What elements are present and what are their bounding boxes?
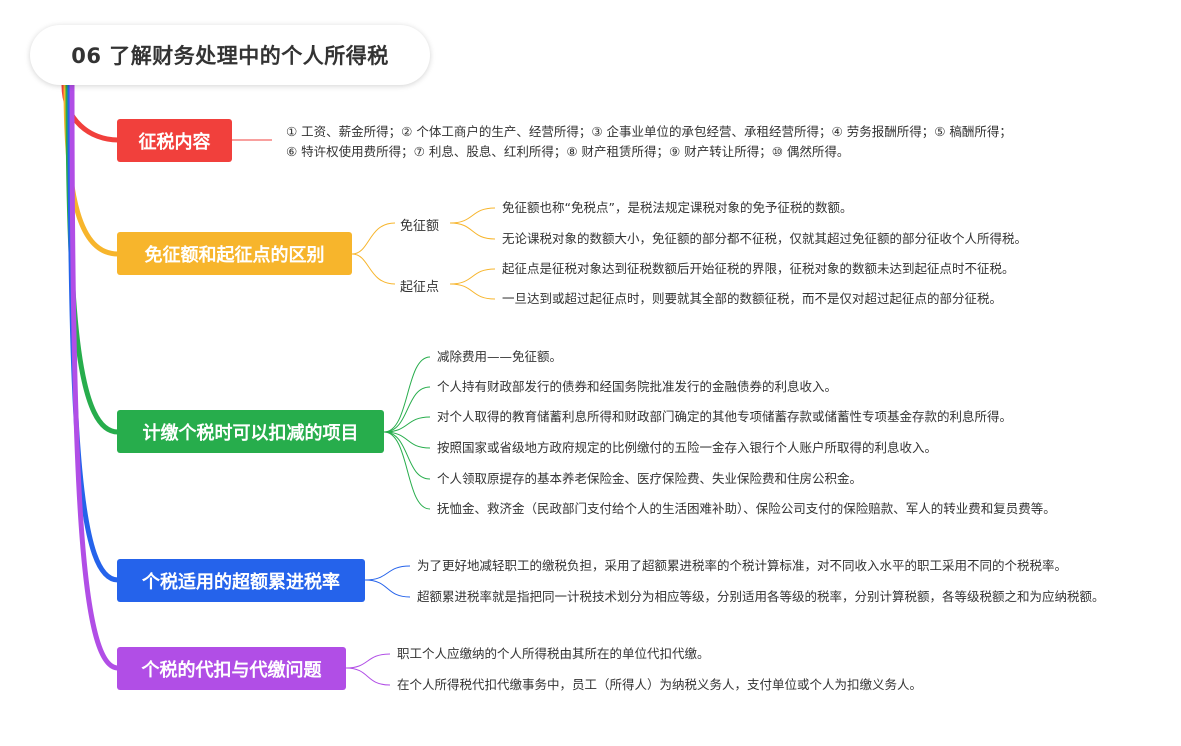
leaf-text: 无论课税对象的数额大小，免征额的部分都不征税，仅就其超过免征额的部分征收个人所得… [502,231,1028,246]
leaf-connector [364,579,411,598]
sub-connector [351,222,396,255]
topic-tax-content[interactable]: 征税内容 [117,119,232,162]
leaf-connector [449,207,496,224]
leaf-connector [449,268,496,285]
leaf-text: 起征点是征税对象达到征税数额后开始征税的界限，征税对象的数额未达到起征点时不征税… [502,261,1015,276]
root-title[interactable]: 06 了解财务处理中的个人所得税 [30,25,430,85]
leaf-connector [449,222,496,240]
leaf-text: 职工个人应缴纳的个人所得税由其所在的单位代扣代缴。 [397,646,710,661]
leaf-text: 免征额也称“免税点”，是税法规定课税对象的免予征税的数额。 [502,200,853,215]
topic-withholding[interactable]: 个税的代扣与代缴问题 [117,647,346,690]
leaf-connector [345,667,391,686]
leaf-text: 一旦达到或超过起征点时，则要就其全部的数额征税，而不是仅对超过起征点的部分征税。 [502,291,1003,306]
leaf-connector [383,431,431,480]
leaf-text: ⑥ 特许权使用费所得；⑦ 利息、股息、红利所得；⑧ 财产租赁所得；⑨ 财产转让所… [286,144,850,159]
sub-topic-threshold[interactable]: 起征点 [400,276,439,295]
sub-connector [351,253,396,285]
topic-progressive-tax-rate[interactable]: 个税适用的超额累进税率 [117,559,365,602]
leaf-text: 超额累进税率就是指把同一计税技术划分为相应等级，分别适用各等级的税率，分别计算税… [417,589,1105,604]
leaf-text: ① 工资、薪金所得；② 个体工商户的生产、经营所得；③ 企事业单位的承包经营、承… [286,124,1012,139]
sub-topic-exemption[interactable]: 免征额 [400,215,439,234]
leaf-text: 在个人所得税代扣代缴事务中，员工（所得人）为纳税义务人，支付单位或个人为扣缴义务… [397,677,923,692]
leaf-text: 减除费用——免征额。 [437,349,563,364]
leaf-connector [383,356,431,433]
leaf-connector [383,431,431,510]
topic-exemption-vs-threshold[interactable]: 免征额和起征点的区别 [117,232,352,275]
leaf-text: 个人领取原提存的基本养老保险金、医疗保险费、失业保险费和住房公积金。 [437,471,863,486]
leaf-connector [364,565,411,581]
leaf-text: 为了更好地减轻职工的缴税负担，采用了超额累进税率的个税计算标准，对不同收入水平的… [417,558,1068,573]
leaf-connector [449,283,496,300]
leaf-text: 对个人取得的教育储蓄利息所得和财政部门确定的其他专项储蓄存款或储蓄性专项基金存款… [437,409,1013,424]
leaf-text: 个人持有财政部发行的债券和经国务院批准发行的金融债券的利息收入。 [437,379,838,394]
topic-deductible-items[interactable]: 计缴个税时可以扣减的项目 [117,410,384,453]
leaf-text: 按照国家或省级地方政府规定的比例缴付的五险一金存入银行个人账户所取得的利息收入。 [437,440,938,455]
leaf-text: 抚恤金、救济金（民政部门支付给个人的生活困难补助）、保险公司支付的保险赔款、军人… [437,501,1056,516]
leaf-connector [345,653,391,669]
connector-lines [61,82,496,686]
